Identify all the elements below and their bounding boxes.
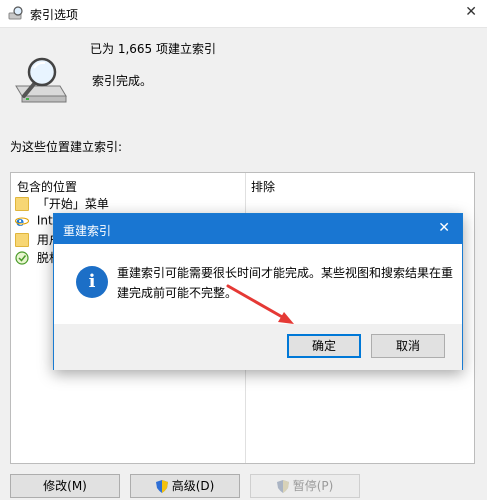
rebuild-index-dialog: 重建索引 ✕ i 重建索引可能需要很长时间才能完成。某些视图和搜索结果在重建完成… bbox=[53, 213, 463, 370]
dialog-message: 重建索引可能需要很长时间才能完成。某些视图和搜索结果在重建完成前可能不完整。 bbox=[117, 266, 454, 300]
ok-button[interactable]: 确定 bbox=[287, 334, 361, 358]
pause-button[interactable]: 暂停(P) bbox=[250, 474, 360, 498]
modify-button[interactable]: 修改(M) bbox=[10, 474, 120, 498]
dialog-footer: 确定 取消 bbox=[54, 324, 462, 370]
advanced-label: 高级(D) bbox=[171, 479, 215, 493]
location-label: 「开始」菜单 bbox=[36, 197, 109, 211]
svg-text:e: e bbox=[16, 215, 24, 228]
folder-icon bbox=[15, 232, 29, 247]
folder-icon bbox=[15, 196, 29, 211]
info-icon: i bbox=[76, 266, 108, 298]
cancel-button[interactable]: 取消 bbox=[371, 334, 445, 358]
advanced-button[interactable]: 高级(D) bbox=[130, 474, 240, 498]
dialog-title: 重建索引 bbox=[63, 224, 112, 238]
close-icon[interactable]: ✕ bbox=[438, 220, 450, 236]
index-status-text: 索引完成。 bbox=[92, 74, 153, 88]
window-title: 索引选项 bbox=[30, 8, 79, 22]
dialog-title-bar: 重建索引 ✕ bbox=[54, 214, 462, 244]
location-row-start-menu[interactable]: 「开始」菜单 bbox=[15, 195, 109, 213]
included-column-header[interactable]: 包含的位置 bbox=[17, 178, 77, 195]
offline-files-icon bbox=[15, 250, 29, 265]
locations-header: 包含的位置 排除 bbox=[11, 173, 474, 195]
indexed-count-text: 已为 1,665 项建立索引 bbox=[90, 42, 216, 56]
drive-magnifier-icon bbox=[15, 57, 67, 103]
locations-section-label: 为这些位置建立索引: bbox=[10, 140, 123, 154]
internet-explorer-icon: e bbox=[15, 215, 29, 228]
excluded-column-header[interactable]: 排除 bbox=[251, 178, 275, 195]
close-icon[interactable]: ✕ bbox=[465, 4, 477, 20]
uac-shield-icon bbox=[155, 480, 168, 493]
indexing-options-icon bbox=[8, 6, 23, 20]
uac-shield-icon bbox=[276, 480, 289, 493]
title-bar: 索引选项 ✕ bbox=[0, 0, 487, 28]
pause-label: 暂停(P) bbox=[292, 479, 334, 493]
